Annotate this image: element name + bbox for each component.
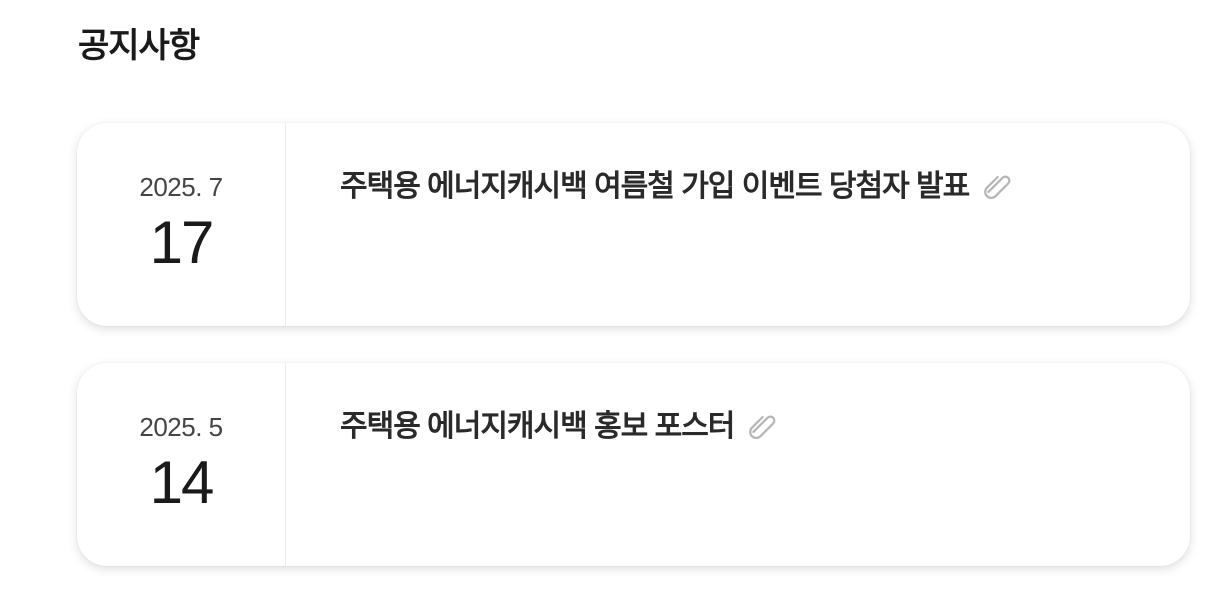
paperclip-icon — [744, 407, 784, 447]
notice-item[interactable]: 2025. 7 17 주택용 에너지캐시백 여름철 가입 이벤트 당첨자 발표 — [77, 123, 1190, 326]
notice-date-year-month: 2025. 7 — [139, 172, 223, 202]
section-title: 공지사항 — [78, 27, 200, 65]
notice-page: 공지사항 2025. 7 17 주택용 에너지캐시백 여름철 가입 이벤트 당첨… — [0, 0, 1215, 597]
notice-item[interactable]: 2025. 5 14 주택용 에너지캐시백 홍보 포스터 — [77, 363, 1190, 566]
notice-date-year-month: 2025. 5 — [139, 412, 223, 442]
notice-list: 2025. 7 17 주택용 에너지캐시백 여름철 가입 이벤트 당첨자 발표 … — [77, 123, 1190, 597]
notice-title-link[interactable]: 주택용 에너지캐시백 여름철 가입 이벤트 당첨자 발표 — [340, 167, 970, 207]
notice-date-day: 17 — [149, 209, 215, 276]
notice-title-area: 주택용 에너지캐시백 홍보 포스터 — [286, 363, 1190, 566]
notice-date-day: 14 — [149, 449, 215, 516]
notice-title-link[interactable]: 주택용 에너지캐시백 홍보 포스터 — [340, 407, 735, 447]
notice-date: 2025. 7 17 — [77, 123, 286, 326]
notice-title-area: 주택용 에너지캐시백 여름철 가입 이벤트 당첨자 발표 — [286, 123, 1190, 326]
paperclip-icon — [979, 167, 1019, 207]
notice-date: 2025. 5 14 — [77, 363, 286, 566]
